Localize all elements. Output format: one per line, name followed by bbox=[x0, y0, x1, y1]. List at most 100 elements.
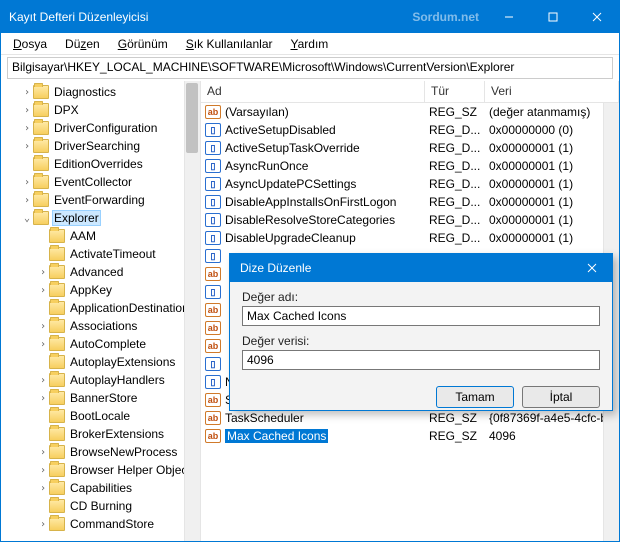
tree-scrollbar[interactable] bbox=[184, 81, 200, 541]
menu-favorites[interactable]: Sık Kullanılanlar bbox=[178, 35, 281, 53]
tree-item[interactable]: ›Associations bbox=[1, 317, 200, 335]
value-name: AsyncRunOnce bbox=[225, 159, 308, 173]
folder-icon bbox=[49, 499, 65, 513]
value-data: 0x00000001 (1) bbox=[485, 195, 619, 209]
chevron-right-icon[interactable]: › bbox=[37, 465, 49, 476]
col-name[interactable]: Ad bbox=[201, 81, 425, 102]
tree-item[interactable]: EditionOverrides bbox=[1, 155, 200, 173]
chevron-right-icon[interactable]: › bbox=[21, 105, 33, 116]
tree-item[interactable]: ›DPX bbox=[1, 101, 200, 119]
chevron-down-icon[interactable]: ⌄ bbox=[21, 213, 33, 224]
list-row[interactable]: ▯DisableResolveStoreCategoriesREG_D...0x… bbox=[201, 211, 619, 229]
tree-item[interactable]: › EventForwarding bbox=[1, 191, 200, 209]
tree-item[interactable]: ›DriverConfiguration bbox=[1, 119, 200, 137]
tree-pane[interactable]: ›Diagnostics›DPX›DriverConfiguration›Dri… bbox=[1, 81, 201, 541]
tree-item[interactable]: ›EventCollector bbox=[1, 173, 200, 191]
value-data-label: Değer verisi: bbox=[242, 334, 600, 348]
tree-item-label: EventForwarding bbox=[52, 193, 147, 207]
chevron-right-icon[interactable]: › bbox=[21, 123, 33, 134]
chevron-right-icon[interactable]: › bbox=[37, 339, 49, 350]
chevron-right-icon[interactable]: › bbox=[37, 321, 49, 332]
value-name: Max Cached Icons bbox=[225, 429, 328, 443]
tree-scrollbar-thumb[interactable] bbox=[186, 83, 198, 153]
list-row[interactable]: ▯DisableAppInstallsOnFirstLogonREG_D...0… bbox=[201, 193, 619, 211]
cancel-button[interactable]: İptal bbox=[522, 386, 600, 408]
menu-help[interactable]: Yardım bbox=[283, 35, 337, 53]
window-title: Kayıt Defteri Düzenleyicisi bbox=[9, 10, 412, 24]
tree-item[interactable]: ›AppKey bbox=[1, 281, 200, 299]
chevron-right-icon[interactable]: › bbox=[21, 177, 33, 188]
close-button[interactable] bbox=[575, 1, 619, 33]
chevron-right-icon[interactable]: › bbox=[37, 267, 49, 278]
dialog-title: Dize Düzenle bbox=[240, 261, 311, 275]
tree-item[interactable]: ›Browser Helper Objects bbox=[1, 461, 200, 479]
value-data: 0x00000001 (1) bbox=[485, 141, 619, 155]
tree-item[interactable]: AutoplayExtensions bbox=[1, 353, 200, 371]
list-row[interactable]: abMax Cached IconsREG_SZ4096 bbox=[201, 427, 619, 445]
tree-item[interactable]: ›BannerStore bbox=[1, 389, 200, 407]
value-type: REG_D... bbox=[425, 213, 485, 227]
menu-file[interactable]: Dosya bbox=[5, 35, 55, 53]
value-data: 0x00000000 (0) bbox=[485, 123, 619, 137]
tree-item[interactable]: ActivateTimeout bbox=[1, 245, 200, 263]
tree-item[interactable]: ›Advanced bbox=[1, 263, 200, 281]
list-row[interactable]: ab(Varsayılan)REG_SZ(değer atanmamış) bbox=[201, 103, 619, 121]
chevron-right-icon[interactable]: › bbox=[37, 483, 49, 494]
tree-item[interactable]: ›AutoComplete bbox=[1, 335, 200, 353]
value-name: ActiveSetupDisabled bbox=[225, 123, 336, 137]
value-name: DisableResolveStoreCategories bbox=[225, 213, 395, 227]
tree-item[interactable]: ›CommandStore bbox=[1, 515, 200, 533]
folder-icon bbox=[49, 373, 65, 387]
tree-item-label: CD Burning bbox=[68, 499, 134, 513]
tree-item[interactable]: CD Burning bbox=[1, 497, 200, 515]
value-name: DisableAppInstallsOnFirstLogon bbox=[225, 195, 396, 209]
chevron-right-icon[interactable]: › bbox=[37, 285, 49, 296]
tree-item[interactable]: ›Capabilities bbox=[1, 479, 200, 497]
list-row[interactable]: ▯AsyncRunOnceREG_D...0x00000001 (1) bbox=[201, 157, 619, 175]
chevron-right-icon[interactable]: › bbox=[21, 195, 33, 206]
folder-icon bbox=[49, 409, 65, 423]
list-row[interactable]: ▯DisableUpgradeCleanupREG_D...0x00000001… bbox=[201, 229, 619, 247]
menu-edit[interactable]: Düzen bbox=[57, 35, 108, 53]
tree-item-label: BrowseNewProcess bbox=[68, 445, 179, 459]
tree-item[interactable]: ›DriverSearching bbox=[1, 137, 200, 155]
folder-icon bbox=[49, 319, 65, 333]
col-data[interactable]: Veri bbox=[485, 81, 619, 102]
list-row[interactable]: ▯ActiveSetupDisabledREG_D...0x00000000 (… bbox=[201, 121, 619, 139]
list-row[interactable]: ▯AsyncUpdatePCSettingsREG_D...0x00000001… bbox=[201, 175, 619, 193]
tree-item[interactable]: › AutoplayHandlers bbox=[1, 371, 200, 389]
folder-icon bbox=[33, 193, 49, 207]
value-data-input[interactable] bbox=[242, 350, 600, 370]
chevron-right-icon[interactable]: › bbox=[21, 87, 33, 98]
chevron-right-icon[interactable]: › bbox=[37, 375, 49, 386]
chevron-right-icon[interactable]: › bbox=[21, 141, 33, 152]
tree-item[interactable]: ApplicationDestinations bbox=[1, 299, 200, 317]
tree-item[interactable]: ›Diagnostics bbox=[1, 83, 200, 101]
string-value-icon: ab bbox=[205, 339, 221, 353]
chevron-right-icon[interactable]: › bbox=[37, 393, 49, 404]
address-bar[interactable]: Bilgisayar\HKEY_LOCAL_MACHINE\SOFTWARE\M… bbox=[7, 57, 613, 79]
chevron-right-icon[interactable]: › bbox=[37, 519, 49, 530]
dialog-close-button[interactable] bbox=[572, 254, 612, 282]
tree-item[interactable]: BootLocale bbox=[1, 407, 200, 425]
chevron-right-icon[interactable]: › bbox=[37, 447, 49, 458]
list-row[interactable]: abTaskSchedulerREG_SZ{0f87369f-a4e5-4cfc… bbox=[201, 409, 619, 427]
tree-item[interactable]: AAM bbox=[1, 227, 200, 245]
value-name: AsyncUpdatePCSettings bbox=[225, 177, 356, 191]
ok-button[interactable]: Tamam bbox=[436, 386, 514, 408]
minimize-button[interactable] bbox=[487, 1, 531, 33]
folder-icon bbox=[49, 355, 65, 369]
col-type[interactable]: Tür bbox=[425, 81, 485, 102]
edit-string-dialog: Dize Düzenle Değer adı: Değer verisi: Ta… bbox=[229, 253, 613, 411]
value-name: ActiveSetupTaskOverride bbox=[225, 141, 360, 155]
tree-item-label: AutoplayHandlers bbox=[68, 373, 167, 387]
binary-value-icon: ▯ bbox=[205, 195, 221, 209]
tree-item[interactable]: ⌄Explorer bbox=[1, 209, 200, 227]
tree-item[interactable]: › BrowseNewProcess bbox=[1, 443, 200, 461]
tree-item[interactable]: BrokerExtensions bbox=[1, 425, 200, 443]
list-row[interactable]: ▯ActiveSetupTaskOverrideREG_D...0x000000… bbox=[201, 139, 619, 157]
menu-view[interactable]: Görünüm bbox=[110, 35, 176, 53]
value-name-input[interactable] bbox=[242, 306, 600, 326]
maximize-button[interactable] bbox=[531, 1, 575, 33]
string-value-icon: ab bbox=[205, 411, 221, 425]
